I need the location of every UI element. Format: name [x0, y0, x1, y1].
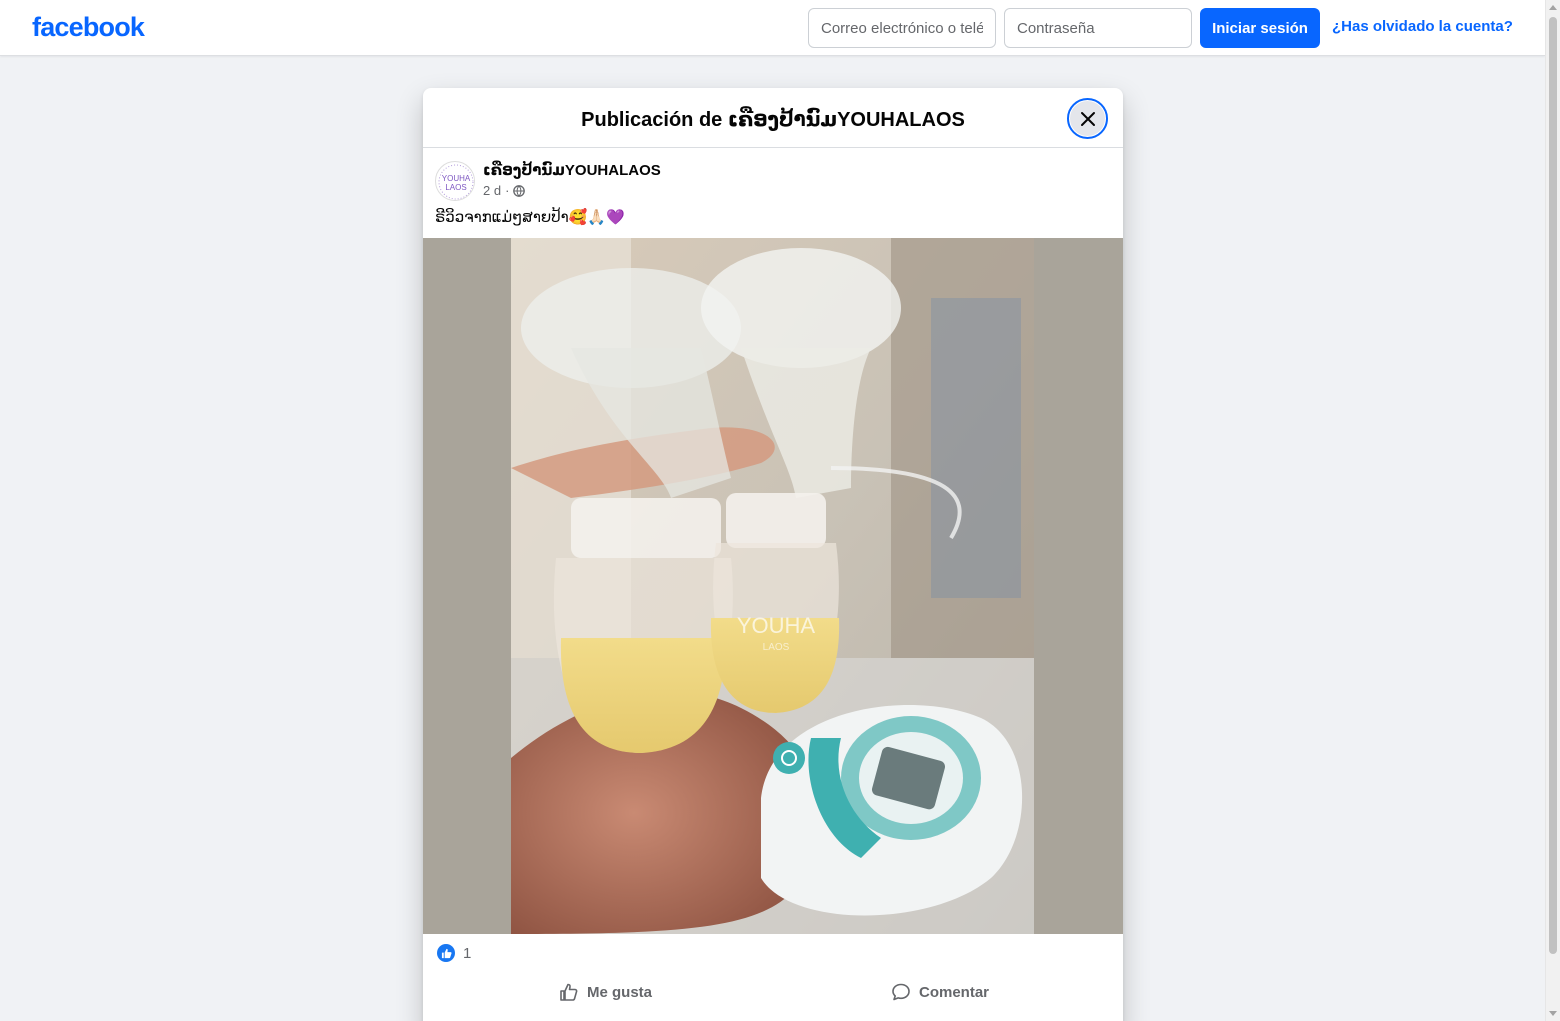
page-name-link[interactable]: ເຄືອງປ້ານົມYOUHALAOS: [483, 161, 661, 179]
svg-text:YOUHA: YOUHA: [737, 613, 816, 638]
like-label: Me gusta: [587, 983, 653, 1001]
youha-logo-icon: YOUHA LAOS: [437, 163, 474, 200]
post-meta: 2 d ·: [483, 183, 526, 198]
like-button[interactable]: Me gusta: [559, 974, 652, 1010]
post-time[interactable]: 2 d: [483, 183, 501, 198]
thumbs-up-icon: [441, 948, 452, 958]
email-field[interactable]: [808, 8, 996, 48]
page-scrollbar[interactable]: [1545, 0, 1560, 1021]
facebook-logo[interactable]: facebook: [32, 12, 145, 43]
top-navigation-bar: facebook Iniciar sesión ¿Has olvidado la…: [0, 0, 1545, 56]
post-photo[interactable]: YOUHA LAOS: [511, 238, 1034, 934]
svg-text:LAOS: LAOS: [763, 642, 790, 653]
breast-pump-photo: YOUHA LAOS: [511, 238, 1034, 934]
thumbs-up-icon: [560, 983, 578, 1001]
photo-container: YOUHA LAOS: [423, 238, 1123, 934]
comment-label: Comentar: [919, 983, 990, 1001]
post-dialog: Publicación de ເຄືອງປ້ານົມYOUHALAOS YOUH…: [423, 88, 1123, 1021]
password-field[interactable]: [1004, 8, 1192, 48]
meta-separator: ·: [505, 183, 510, 198]
reaction-count: 1: [463, 944, 472, 962]
post-caption: ຣີວິວຈາກແມ່ໆສາຍປ້າ🥰🙏🏻💜: [435, 209, 625, 226]
dialog-header: Publicación de ເຄືອງປ້ານົມYOUHALAOS: [423, 88, 1123, 148]
close-icon: [1080, 111, 1095, 126]
forgot-account-link[interactable]: ¿Has olvidado la cuenta?: [1332, 18, 1513, 35]
comment-button[interactable]: Comentar: [891, 974, 989, 1010]
svg-text:YOUHA: YOUHA: [442, 174, 471, 183]
close-button[interactable]: [1067, 98, 1108, 139]
globe-icon: [513, 184, 526, 197]
dialog-title: Publicación de ເຄືອງປ້ານົມYOUHALAOS: [581, 109, 965, 131]
page-avatar[interactable]: YOUHA LAOS: [435, 161, 475, 201]
scroll-down-arrow-icon[interactable]: [1549, 1011, 1557, 1016]
scroll-thumb[interactable]: [1549, 17, 1557, 954]
comment-icon: [892, 983, 910, 1001]
scroll-up-arrow-icon[interactable]: [1549, 5, 1557, 10]
reaction-summary[interactable]: 1: [437, 944, 471, 962]
svg-text:LAOS: LAOS: [445, 183, 466, 192]
like-reaction-icon: [437, 944, 455, 962]
login-button[interactable]: Iniciar sesión: [1200, 8, 1320, 48]
